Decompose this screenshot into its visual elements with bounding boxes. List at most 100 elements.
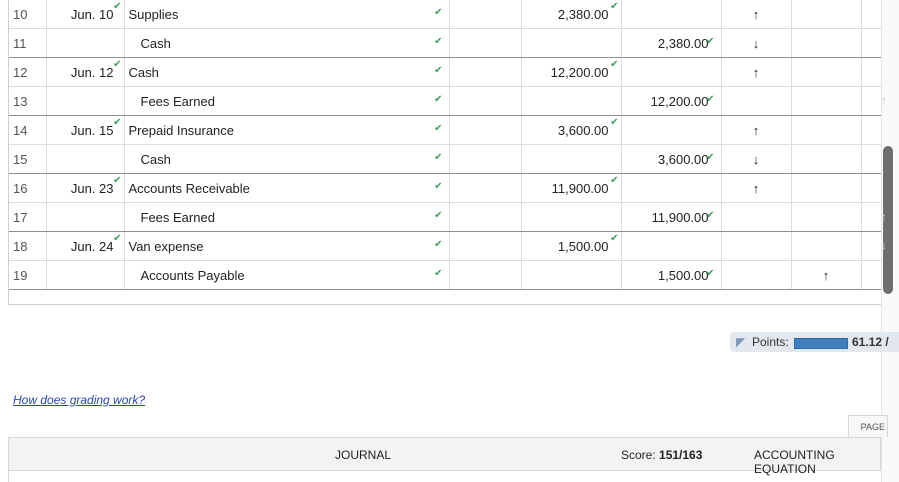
table-row: 13 Fees Earned ✔ 12,200.00 ✔ (9, 86, 882, 116)
account-cell-text: Accounts Receivable (128, 180, 250, 196)
account-cell[interactable]: Cash ✔ (124, 57, 450, 87)
account-cell[interactable]: Cash ✔ (124, 28, 450, 58)
account-cell[interactable]: Supplies ✔ (124, 0, 450, 29)
account-cell[interactable]: Accounts Payable ✔ (124, 260, 450, 290)
date-cell[interactable]: Jun. 12 ✔ (46, 57, 125, 87)
debit-cell[interactable]: 3,600.00 ✔ (521, 115, 622, 145)
credit-cell[interactable]: 1,500.00 ✔ (621, 260, 722, 290)
page-tab[interactable]: PAGE (848, 415, 888, 437)
effect-arrow-cell-2[interactable] (791, 115, 862, 145)
check-icon: ✔ (113, 1, 122, 12)
credit-cell[interactable] (621, 173, 722, 203)
row-number-text: 19 (13, 267, 28, 283)
account-cell[interactable]: Fees Earned ✔ (124, 86, 450, 116)
date-cell-text: Jun. 12 (70, 64, 114, 80)
post-ref-cell[interactable] (449, 231, 522, 261)
account-cell[interactable]: Van expense ✔ (124, 231, 450, 261)
debit-cell-text: 3,600.00 (557, 122, 609, 138)
debit-cell[interactable] (521, 144, 622, 174)
credit-cell[interactable]: 2,380.00 ✔ (621, 28, 722, 58)
post-ref-cell[interactable] (449, 260, 522, 290)
account-cell[interactable]: Fees Earned ✔ (124, 202, 450, 232)
effect-arrow-cell-2[interactable] (791, 86, 862, 116)
row-number: 19 (9, 260, 47, 290)
account-cell[interactable]: Cash ✔ (124, 144, 450, 174)
effect-arrow-cell-2[interactable] (791, 57, 862, 87)
credit-cell[interactable] (621, 57, 722, 87)
scroll-up-arrow-icon: ↑ (881, 210, 887, 224)
credit-cell[interactable] (621, 231, 722, 261)
effect-arrow-cell[interactable]: ↑ (721, 0, 792, 29)
effect-arrow-cell-text: ↓ (752, 35, 760, 51)
effect-arrow-cell[interactable]: ↑ (721, 115, 792, 145)
effect-arrow-cell-2[interactable] (791, 28, 862, 58)
debit-cell[interactable]: 2,380.00 ✔ (521, 0, 622, 29)
check-icon: ✔ (706, 210, 715, 221)
post-ref-cell[interactable] (449, 202, 522, 232)
row-number: 13 (9, 86, 47, 116)
credit-cell[interactable]: 3,600.00 ✔ (621, 144, 722, 174)
account-cell[interactable]: Prepaid Insurance ✔ (124, 115, 450, 145)
account-cell-text: Cash (140, 35, 171, 51)
table-row: 19 Accounts Payable ✔ 1,500.00 ✔ ↑ (9, 260, 882, 290)
credit-cell[interactable]: 11,900.00 ✔ (621, 202, 722, 232)
row-number: 12 (9, 57, 47, 87)
post-ref-cell[interactable] (449, 144, 522, 174)
post-ref-cell[interactable] (449, 57, 522, 87)
date-cell[interactable]: Jun. 23 ✔ (46, 173, 125, 203)
post-ref-cell[interactable] (449, 0, 522, 29)
effect-arrow-cell-2[interactable] (791, 0, 862, 29)
tab-journal[interactable]: JOURNAL (335, 448, 391, 462)
table-row: 16 Jun. 23 ✔ Accounts Receivable ✔ 11,900.00 ✔… (9, 173, 882, 203)
blank-cell (861, 144, 882, 174)
date-cell[interactable] (46, 144, 125, 174)
date-cell[interactable]: Jun. 24 ✔ (46, 231, 125, 261)
effect-arrow-cell[interactable] (721, 202, 792, 232)
date-cell[interactable] (46, 86, 125, 116)
row-number: 16 (9, 173, 47, 203)
effect-arrow-cell-2[interactable]: ↑ (791, 260, 862, 290)
date-cell[interactable] (46, 28, 125, 58)
points-progress-bar (794, 338, 848, 349)
grading-help-link[interactable]: How does grading work? (13, 393, 145, 407)
account-cell[interactable]: Accounts Receivable ✔ (124, 173, 450, 203)
effect-arrow-cell[interactable] (721, 260, 792, 290)
effect-arrow-cell-2[interactable] (791, 202, 862, 232)
check-icon: ✔ (434, 210, 443, 221)
date-cell[interactable] (46, 260, 125, 290)
debit-cell[interactable] (521, 202, 622, 232)
debit-cell[interactable] (521, 260, 622, 290)
date-cell[interactable] (46, 202, 125, 232)
journal-grid: 10 Jun. 10 ✔ Supplies ✔ 2,380.00 ✔ ↑ 11 Cash ✔ 2,38… (8, 0, 882, 305)
row-number: 18 (9, 231, 47, 261)
post-ref-cell[interactable] (449, 28, 522, 58)
check-icon: ✔ (610, 233, 619, 244)
effect-arrow-cell[interactable]: ↓ (721, 28, 792, 58)
credit-cell[interactable] (621, 115, 722, 145)
debit-cell[interactable] (521, 28, 622, 58)
flag-icon: ◤ (736, 335, 746, 349)
credit-cell[interactable] (621, 0, 722, 29)
table-row: 10 Jun. 10 ✔ Supplies ✔ 2,380.00 ✔ ↑ (9, 0, 882, 29)
debit-cell[interactable]: 1,500.00 ✔ (521, 231, 622, 261)
effect-arrow-cell[interactable]: ↑ (721, 57, 792, 87)
debit-cell[interactable]: 11,900.00 ✔ (521, 173, 622, 203)
debit-cell[interactable]: 12,200.00 ✔ (521, 57, 622, 87)
effect-arrow-cell[interactable]: ↑ (721, 173, 792, 203)
effect-arrow-cell[interactable] (721, 86, 792, 116)
post-ref-cell[interactable] (449, 86, 522, 116)
effect-arrow-cell[interactable]: ↓ (721, 144, 792, 174)
credit-cell[interactable]: 12,200.00 ✔ (621, 86, 722, 116)
effect-arrow-cell[interactable] (721, 231, 792, 261)
effect-arrow-cell-2[interactable] (791, 144, 862, 174)
debit-cell[interactable] (521, 86, 622, 116)
date-cell[interactable]: Jun. 10 ✔ (46, 0, 125, 29)
post-ref-cell[interactable] (449, 173, 522, 203)
post-ref-cell[interactable] (449, 115, 522, 145)
effect-arrow-cell-2[interactable] (791, 173, 862, 203)
effect-arrow-cell-text: ↓ (752, 151, 760, 167)
check-icon: ✔ (434, 123, 443, 134)
effect-arrow-cell-2[interactable] (791, 231, 862, 261)
date-cell[interactable]: Jun. 15 ✔ (46, 115, 125, 145)
check-icon: ✔ (434, 94, 443, 105)
